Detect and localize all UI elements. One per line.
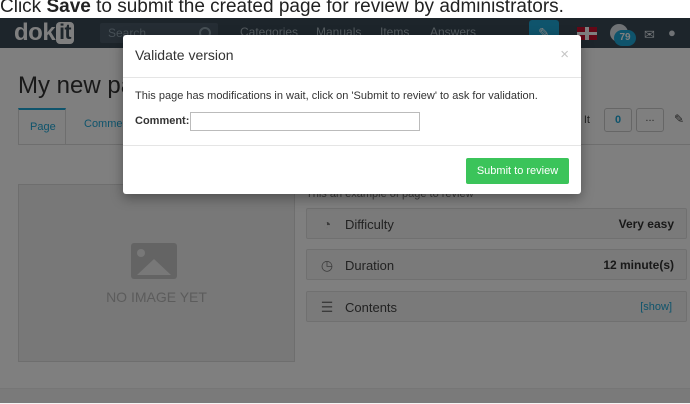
caption-bold: Save	[46, 0, 91, 17]
caption-suffix: to submit the created page for review by…	[90, 0, 564, 17]
close-icon[interactable]: ×	[560, 46, 569, 63]
instruction-caption: Click Save to submit the created page fo…	[0, 0, 690, 18]
dialog-title: Validate version	[135, 47, 234, 63]
caption-prefix: Click	[0, 0, 47, 17]
comment-input[interactable]	[190, 112, 420, 131]
submit-to-review-button[interactable]: Submit to review	[466, 158, 569, 184]
dialog-message: This page has modifications in wait, cli…	[135, 90, 538, 102]
validate-version-dialog: Validate version × This page has modific…	[123, 35, 581, 194]
comment-label: Comment:	[135, 115, 190, 127]
dialog-footer: Submit to review	[123, 145, 581, 195]
dialog-header: Validate version ×	[123, 35, 581, 78]
